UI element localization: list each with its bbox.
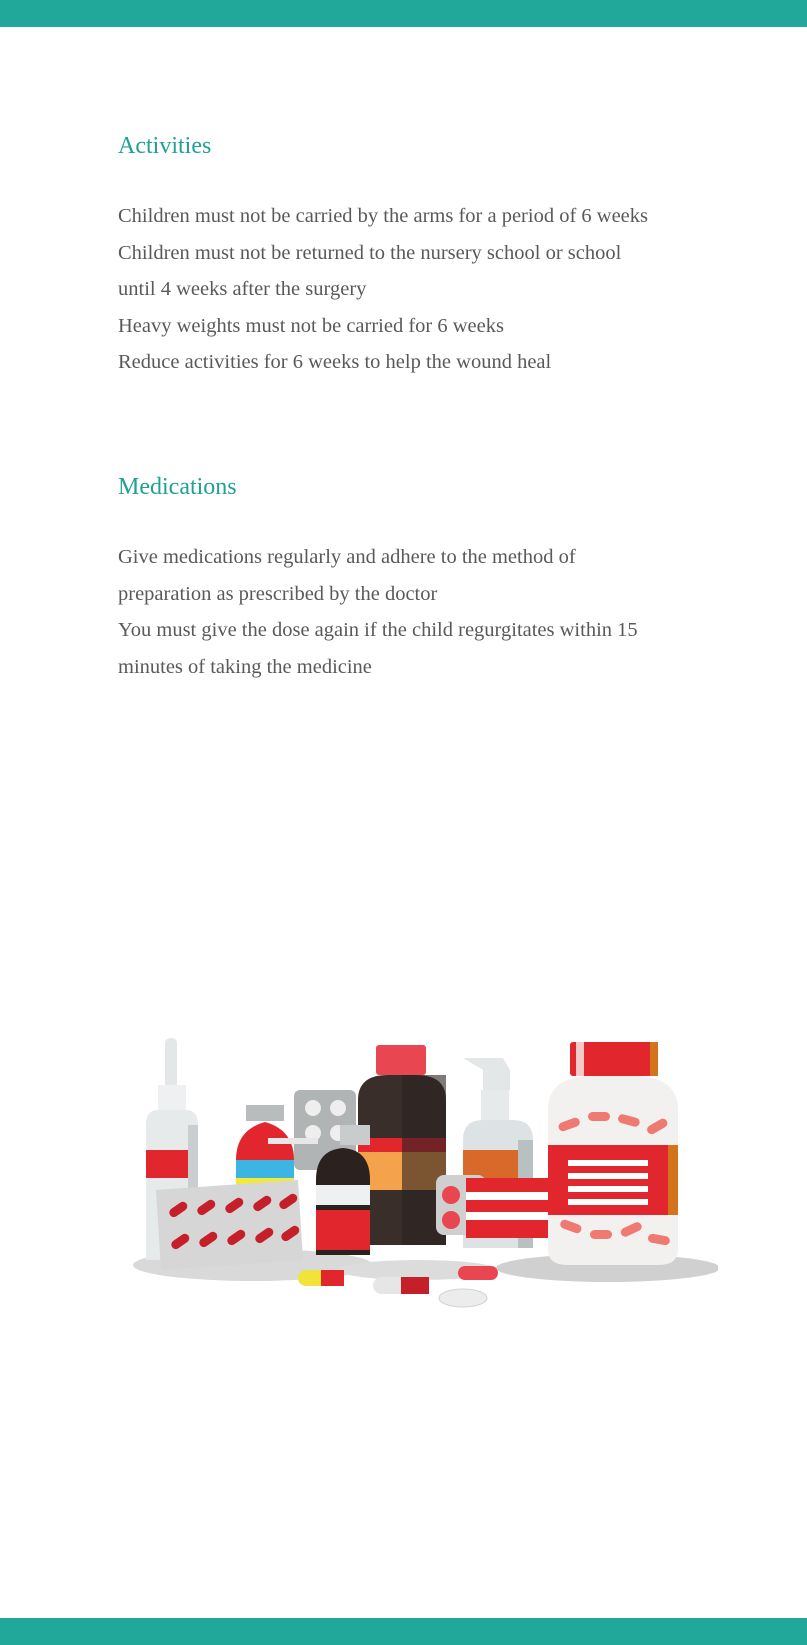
medications-list: Give medications regularly and adhere to… bbox=[118, 539, 738, 685]
top-accent-bar bbox=[0, 0, 807, 27]
medications-line: Give medications regularly and adhere to… bbox=[118, 546, 576, 568]
medications-section: Medications Give medications regularly a… bbox=[118, 474, 738, 685]
activities-line: Heavy weights must not be carried for 6 … bbox=[118, 314, 504, 337]
activities-line: Children must not be carried by the arms… bbox=[118, 205, 648, 227]
activities-line: Reduce activities for 6 weeks to help th… bbox=[118, 351, 552, 373]
activities-heading: Activities bbox=[118, 133, 212, 159]
medicine-illustration-icon bbox=[133, 1038, 718, 1308]
medications-line: minutes of taking the medicine bbox=[118, 655, 372, 678]
activities-section: Activities Children must not be carried … bbox=[118, 133, 738, 381]
medications-line: preparation as prescribed by the doctor bbox=[118, 582, 438, 605]
medications-line: You must give the dose again if the chil… bbox=[118, 619, 638, 641]
bottom-accent-bar bbox=[0, 1618, 807, 1645]
activities-line: until 4 weeks after the surgery bbox=[118, 278, 367, 300]
activities-list: Children must not be carried by the arms… bbox=[118, 198, 738, 381]
activities-line: Children must not be returned to the nur… bbox=[118, 241, 622, 264]
medications-heading: Medications bbox=[118, 474, 237, 500]
